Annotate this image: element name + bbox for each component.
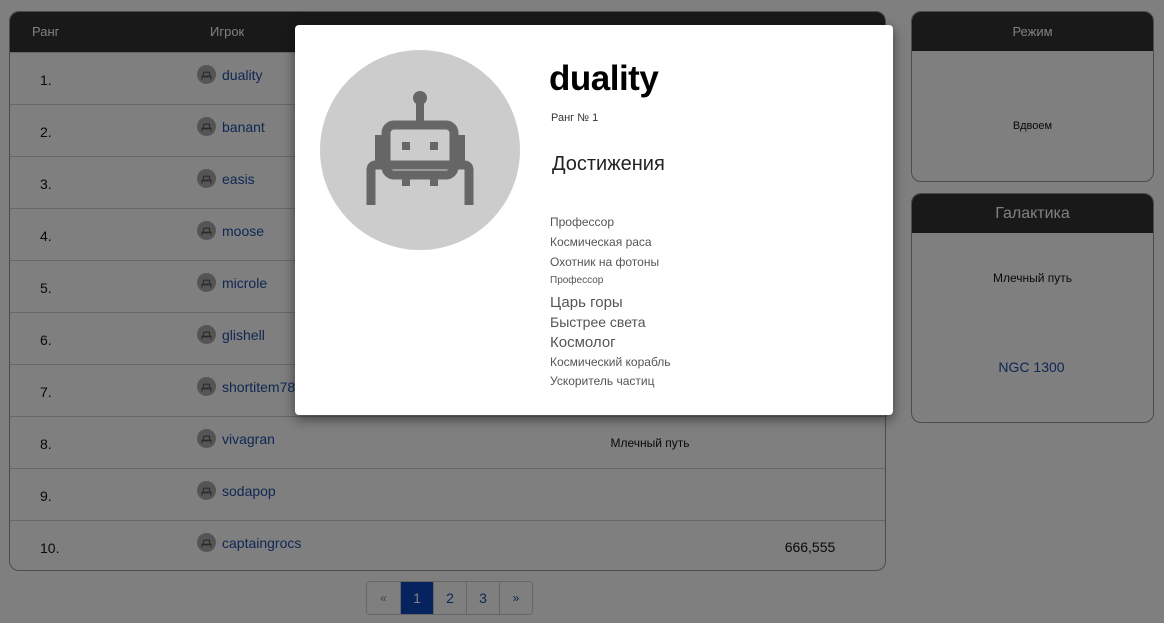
achievement-item: Ускоритель частиц [550,374,655,388]
achievement-item: Царь горы [550,294,623,311]
profile-username: duality [549,59,659,98]
achievement-item: Космическая раса [550,235,652,249]
achievement-item: Быстрее света [550,314,646,330]
achievement-item: Космолог [550,334,616,351]
achievement-item: Профессор [550,215,615,229]
achievement-item: Профессор [550,275,604,286]
achievements-title: Достижения [552,153,665,175]
robot-icon [366,91,474,205]
profile-rank: Ранг № 1 [551,112,599,124]
achievement-item: Космический корабль [550,355,671,369]
player-avatar [320,50,520,250]
player-profile-modal: duality Ранг № 1 Достижения Профессор Ко… [295,25,893,415]
achievement-item: Охотник на фотоны [550,255,660,269]
